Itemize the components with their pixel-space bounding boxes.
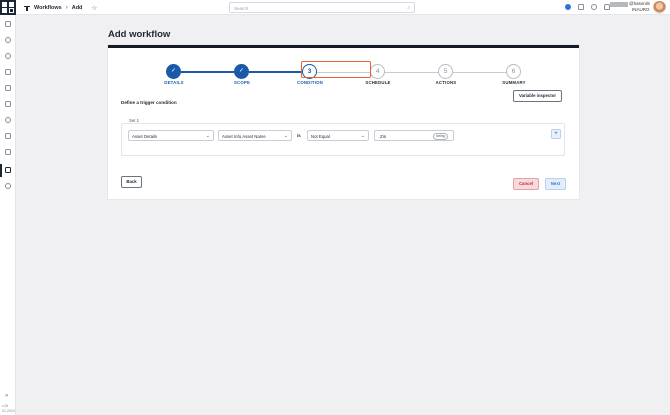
analytics-icon[interactable]: [5, 117, 11, 123]
home-icon[interactable]: [5, 21, 11, 27]
star-icon[interactable]: ☆: [91, 4, 97, 12]
step-scope-icon[interactable]: ✓: [234, 64, 249, 79]
settings-icon[interactable]: [5, 37, 11, 43]
breadcrumb-current: Add: [71, 4, 83, 11]
chevron-down-icon: ⌄: [283, 133, 288, 139]
field-value: Asset Info.Asset Name: [222, 134, 266, 139]
step-label-details: DETAILS: [164, 80, 184, 85]
inbox-icon[interactable]: [5, 85, 11, 91]
fullscreen-icon[interactable]: [578, 4, 584, 10]
next-button[interactable]: Next: [545, 178, 566, 190]
search-input[interactable]: Search ⌕: [229, 2, 415, 13]
condition-heading: Define a trigger condition: [121, 100, 177, 105]
current-step-highlight: [301, 61, 371, 78]
assets-icon[interactable]: [5, 69, 11, 75]
chevron-down-icon: ⌄: [360, 133, 365, 139]
page-title: Add workflow: [108, 29, 171, 40]
source-select[interactable]: Asset Details ⌄: [128, 130, 214, 141]
stepper-line-1: [181, 71, 241, 73]
top-bar: Workflows › Add ☆ Search ⌕ @hassnils INA…: [0, 0, 670, 15]
help-icon[interactable]: [591, 4, 597, 10]
step-label-summary: SUMMARY: [502, 80, 526, 85]
search-nav-icon[interactable]: [5, 53, 11, 59]
step-label-condition: CONDITION: [297, 80, 323, 85]
avatar[interactable]: [653, 1, 666, 14]
operator-select[interactable]: Not Equal ⌄: [307, 130, 369, 141]
field-select[interactable]: Asset Info.Asset Name ⌄: [218, 130, 292, 141]
stepper-line-2: [249, 71, 309, 73]
breadcrumb: Workflows › Add ☆: [24, 3, 97, 12]
step-details-icon[interactable]: ✓: [166, 64, 181, 79]
workflow-card: ✓ ✓ 3 4 5 6 DETAILS SCOPE CONDITION SCHE…: [108, 45, 579, 199]
step-actions[interactable]: 5: [438, 64, 453, 79]
variable-inspector-button[interactable]: Variable inspector: [513, 90, 562, 102]
value-input[interactable]: Zin string: [374, 130, 454, 141]
toolbar-icons: [565, 4, 610, 10]
is-label: is: [297, 133, 301, 138]
cancel-button[interactable]: Cancel: [513, 178, 539, 190]
add-condition-button[interactable]: +: [551, 129, 561, 139]
breadcrumb-separator: ›: [65, 4, 68, 11]
user-name: @hassnils: [629, 1, 650, 6]
workflow-nav-icon[interactable]: [5, 167, 11, 173]
operator-value: Not Equal: [311, 134, 330, 139]
stepper-line-5: [453, 71, 513, 73]
search-icon: ⌕: [407, 5, 410, 11]
value-type-badge: string: [433, 133, 448, 140]
workflow-icon: [24, 5, 30, 11]
user-menu[interactable]: @hassnils INAURO: [610, 1, 652, 13]
step-label-scope: SCOPE: [233, 80, 251, 85]
step-label-schedule: SCHEDULE: [365, 80, 391, 85]
breadcrumb-root[interactable]: Workflows: [34, 5, 62, 11]
step-schedule[interactable]: 4: [370, 64, 385, 79]
user-org: INAURO: [632, 7, 650, 12]
stepper-line-4: [385, 71, 445, 73]
value-text: Zin: [380, 134, 387, 139]
app-logo[interactable]: [0, 0, 16, 15]
version-text: v.26 01.2024: [2, 404, 15, 413]
tools-icon[interactable]: [5, 149, 11, 155]
back-button[interactable]: Back: [121, 176, 142, 188]
status-dot-icon[interactable]: [565, 4, 571, 10]
set-label: Set 1: [127, 118, 142, 123]
step-summary[interactable]: 6: [506, 64, 521, 79]
left-nav-rail: » v.26 01.2024: [0, 15, 16, 415]
chevron-down-icon: ⌄: [205, 133, 210, 139]
reports-icon[interactable]: [5, 133, 11, 139]
expand-rail-icon[interactable]: »: [5, 393, 8, 399]
document-icon[interactable]: [5, 101, 11, 107]
admin-icon[interactable]: [5, 183, 11, 189]
step-label-actions: ACTIONS: [435, 80, 457, 85]
active-indicator: [0, 164, 2, 177]
search-placeholder: Search: [234, 5, 249, 11]
redacted-name: [610, 2, 628, 7]
source-value: Asset Details: [132, 134, 158, 139]
